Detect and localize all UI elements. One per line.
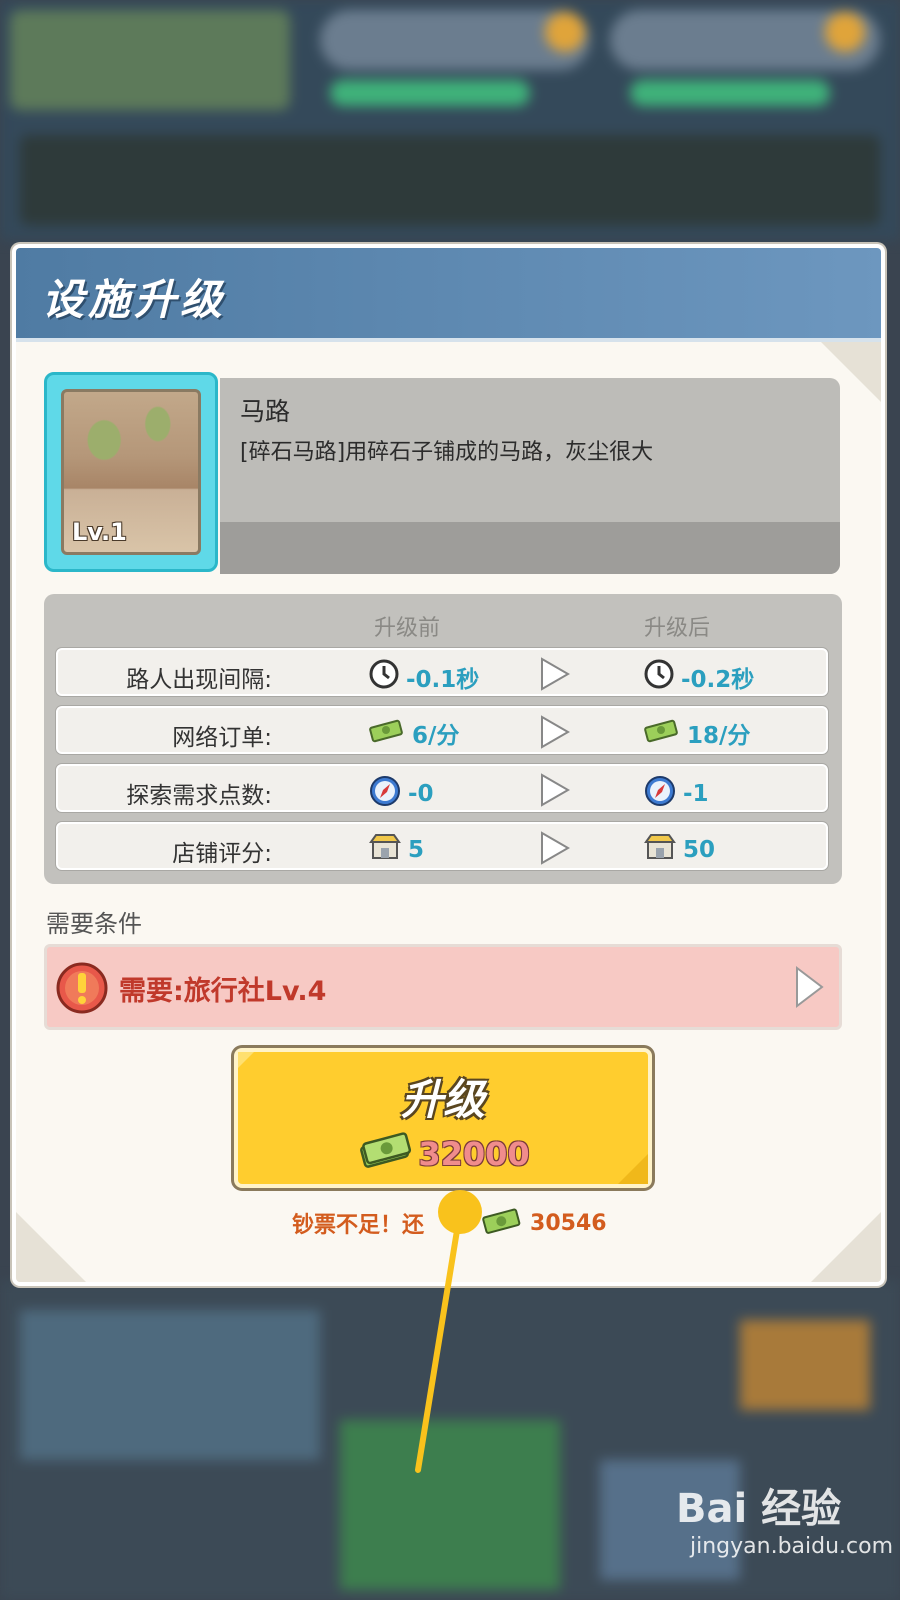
facility-info-panel: 马路 [碎石马路]用碎石子铺成的马路，灰尘很大 xyxy=(220,378,840,574)
upgrade-label: 升级 xyxy=(400,1075,485,1124)
facility-upgrade-dialog: 设施升级 Lv.1 马路 [碎石马路]用碎石子铺成的马路，灰尘很大 升级前 升级… xyxy=(12,244,885,1286)
stat-before: -0 xyxy=(368,774,434,814)
stat-label: 网络订单: xyxy=(172,725,272,751)
stat-row-exploration-points: 探索需求点数: -0 -1 xyxy=(56,764,828,812)
header-after: 升级后 xyxy=(644,616,711,641)
stat-label: 路人出现间隔: xyxy=(126,667,272,693)
header-before: 升级前 xyxy=(374,616,441,641)
stats-table: 升级前 升级后 路人出现间隔: -0.1秒 -0.2秒 网络订单: 6/分 18… xyxy=(44,594,842,884)
money-icon xyxy=(368,716,406,750)
facility-thumbnail[interactable]: Lv.1 xyxy=(44,372,218,572)
annotation-pointer-dot xyxy=(438,1190,482,1234)
upgrade-cost: 32000 xyxy=(238,1130,648,1178)
stat-before: 5 xyxy=(368,832,424,868)
money-icon xyxy=(643,716,681,750)
corner-decoration xyxy=(811,1212,881,1282)
money-icon xyxy=(356,1130,412,1178)
facility-description: [碎石马路]用碎石子铺成的马路，灰尘很大 xyxy=(240,440,654,465)
stat-after: 50 xyxy=(643,832,715,868)
shop-icon xyxy=(643,832,677,868)
watermark-url: jingyan.baidu.com xyxy=(690,1534,894,1559)
stat-after: 18/分 xyxy=(643,716,750,750)
requirement-text: 需要:旅行社Lv.4 xyxy=(119,976,327,1007)
arrow-right-icon xyxy=(536,772,572,812)
stat-after: -0.2秒 xyxy=(643,658,754,696)
money-icon xyxy=(480,1204,524,1242)
stat-label: 探索需求点数: xyxy=(126,783,272,809)
dialog-title: 设施升级 xyxy=(42,275,227,324)
warning-icon xyxy=(55,961,109,1019)
stat-row-pedestrian-interval: 路人出现间隔: -0.1秒 -0.2秒 xyxy=(56,648,828,696)
stat-before: -0.1秒 xyxy=(368,658,479,696)
stat-label: 店铺评分: xyxy=(172,841,272,867)
upgrade-button[interactable]: 升级 32000 xyxy=(234,1048,652,1188)
watermark-logo: Bai 经验 xyxy=(676,1486,842,1532)
shop-icon xyxy=(368,832,402,868)
requirements-title: 需要条件 xyxy=(46,910,142,938)
arrow-right-icon[interactable] xyxy=(793,965,825,1013)
clock-icon xyxy=(643,658,675,696)
clock-icon xyxy=(368,658,400,696)
arrow-right-icon xyxy=(536,714,572,754)
arrow-right-icon xyxy=(536,830,572,870)
corner-decoration xyxy=(16,1212,86,1282)
road-image: Lv.1 xyxy=(61,389,201,555)
stat-row-online-orders: 网络订单: 6/分 18/分 xyxy=(56,706,828,754)
requirement-item[interactable]: 需要:旅行社Lv.4 xyxy=(44,944,842,1030)
facility-card: Lv.1 马路 [碎石马路]用碎石子铺成的马路，灰尘很大 xyxy=(44,372,842,578)
arrow-right-icon xyxy=(536,656,572,696)
dialog-header: 设施升级 xyxy=(16,248,881,342)
stat-row-shop-rating: 店铺评分: 5 50 xyxy=(56,822,828,870)
facility-name: 马路 xyxy=(240,397,291,426)
stat-after: -1 xyxy=(643,774,709,814)
compass-icon xyxy=(643,774,677,814)
compass-icon xyxy=(368,774,402,814)
baidu-watermark: Bai 经验 jingyan.baidu.com xyxy=(676,1476,893,1586)
blurred-top-hud xyxy=(0,0,900,240)
facility-level: Lv.1 xyxy=(72,518,127,546)
stat-before: 6/分 xyxy=(368,716,459,750)
